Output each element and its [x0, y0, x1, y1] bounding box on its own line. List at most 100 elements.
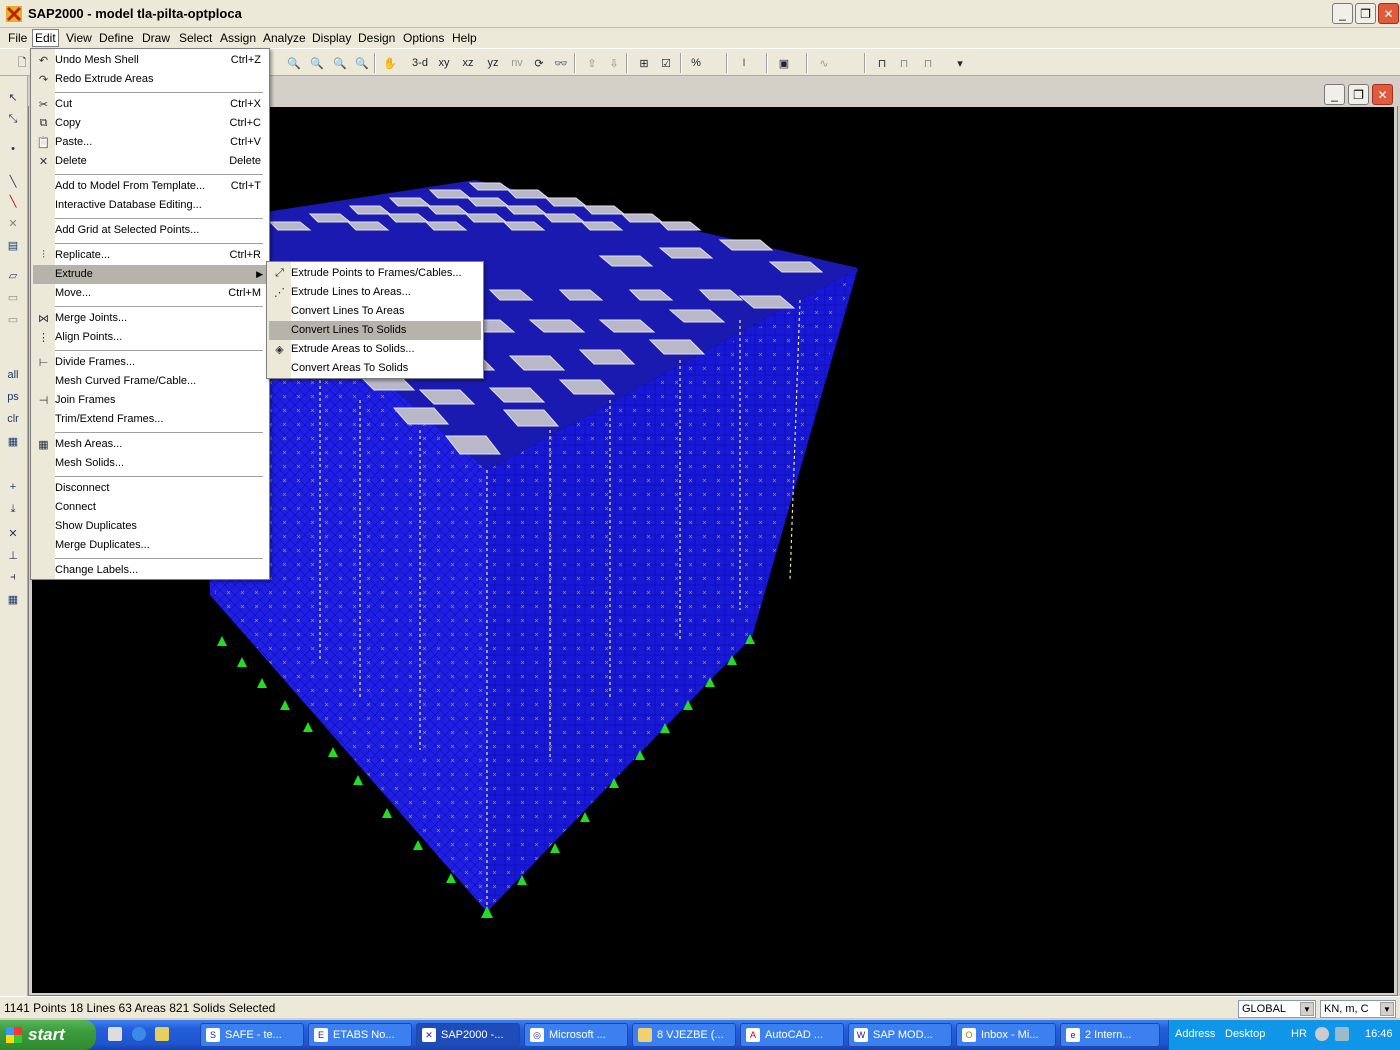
address-toolbar[interactable]: Address	[1175, 1028, 1215, 1040]
menu-item-convert-lines-solids[interactable]: Convert Lines To Solids	[269, 321, 481, 340]
model-close-button[interactable]: ✕	[1372, 84, 1393, 105]
task-etabs[interactable]: E ETABS No...	[308, 1023, 412, 1047]
new-model-icon[interactable]: 🗋	[12, 53, 32, 73]
draw-area-icon[interactable]: ▱	[3, 266, 23, 284]
task-safe[interactable]: S SAFE - te...	[200, 1023, 304, 1047]
zoom-restore-icon[interactable]: 🔍	[307, 53, 327, 73]
snap-points-icon[interactable]: +	[3, 478, 23, 496]
perspective-icon[interactable]: 👓	[551, 53, 571, 73]
view-nv-button[interactable]: nv	[507, 53, 527, 73]
menu-item-paste[interactable]: 📋 Paste... Ctrl+V	[33, 133, 267, 152]
menu-item-add-from-template[interactable]: Add to Model From Template... Ctrl+T	[33, 177, 267, 196]
frame-design-icon[interactable]: ⊓	[918, 53, 938, 73]
menu-item-convert-lines-areas[interactable]: Convert Lines To Areas	[269, 302, 481, 321]
tray-icon[interactable]	[1315, 1027, 1329, 1041]
view-yz-button[interactable]: yz	[483, 53, 503, 73]
move-down-icon[interactable]: ⇩	[604, 53, 624, 73]
desktop-toolbar[interactable]: Desktop	[1225, 1028, 1265, 1040]
previous-selection-icon[interactable]: ps	[3, 388, 23, 406]
menu-item-connect[interactable]: Connect	[33, 498, 267, 517]
menu-display[interactable]: Display	[312, 31, 351, 45]
task-autocad[interactable]: A AutoCAD ...	[740, 1023, 844, 1047]
frame-icon[interactable]: ⊓	[872, 53, 892, 73]
network-icon[interactable]	[1335, 1027, 1349, 1041]
draw-brace-icon[interactable]: ✕	[3, 214, 23, 232]
view-xy-button[interactable]: xy	[434, 53, 454, 73]
menu-item-extrude[interactable]: Extrude ▶	[33, 265, 267, 284]
show-forces-icon[interactable]: ∿	[814, 53, 834, 73]
menu-assign[interactable]: Assign	[220, 31, 256, 45]
zoom-out-icon[interactable]: 🔍	[352, 53, 372, 73]
show-deformed-icon[interactable]: ▣	[774, 53, 794, 73]
minimize-button[interactable]: _	[1332, 3, 1353, 24]
pointer-icon[interactable]: ↖	[3, 88, 23, 106]
coord-system-select[interactable]: GLOBAL ▼	[1238, 1000, 1316, 1018]
snap-perpendicular-icon[interactable]: ⊥	[3, 546, 23, 564]
section-icon[interactable]: I	[734, 53, 754, 73]
model-minimize-button[interactable]: _	[1324, 84, 1345, 105]
set-display-options-icon[interactable]: ☑	[656, 53, 676, 73]
menu-item-extrude-points[interactable]: ⤢ Extrude Points to Frames/Cables...	[269, 264, 481, 283]
snap-ends-icon[interactable]: ⤓	[3, 500, 23, 518]
menu-item-merge-duplicates[interactable]: Merge Duplicates...	[33, 536, 267, 555]
menu-item-merge-joints[interactable]: ⋈ Merge Joints...	[33, 309, 267, 328]
snap-intersections-icon[interactable]: ✕	[3, 524, 23, 542]
menu-file[interactable]: File	[8, 31, 27, 45]
menu-item-join-frames[interactable]: ⊣ Join Frames	[33, 391, 267, 410]
reshape-icon[interactable]: ⤡	[3, 110, 23, 128]
quicklaunch-icon[interactable]	[108, 1027, 122, 1041]
task-sap2000[interactable]: ✕ SAP2000 -...	[416, 1023, 520, 1047]
menu-view[interactable]: View	[66, 31, 92, 45]
clear-selection-icon[interactable]: clr	[3, 410, 23, 428]
snap-grid-icon[interactable]: ▦	[3, 590, 23, 608]
menu-item-move[interactable]: Move... Ctrl+M	[33, 284, 267, 303]
menu-item-disconnect[interactable]: Disconnect	[33, 479, 267, 498]
quicklaunch-icon[interactable]	[155, 1027, 169, 1041]
menu-item-mesh-solids[interactable]: Mesh Solids...	[33, 454, 267, 473]
pan-icon[interactable]: ✋	[380, 53, 400, 73]
zoom-window-icon[interactable]: 🔍	[284, 53, 304, 73]
task-microsoft[interactable]: ◎ Microsoft ...	[524, 1023, 628, 1047]
quick-draw-frame-icon[interactable]: ╲	[3, 192, 23, 210]
close-button[interactable]: ✕	[1378, 3, 1399, 24]
menu-design[interactable]: Design	[358, 31, 395, 45]
menu-define[interactable]: Define	[99, 31, 134, 45]
quick-draw-area-icon[interactable]: ▭	[3, 310, 23, 328]
menu-item-mesh-areas[interactable]: ▦ Mesh Areas...	[33, 435, 267, 454]
task-word[interactable]: W SAP MOD...	[848, 1023, 952, 1047]
menu-item-extrude-areas[interactable]: ◈ Extrude Areas to Solids...	[269, 340, 481, 359]
zoom-in-icon[interactable]: 🔍	[330, 53, 350, 73]
units-select[interactable]: KN, m, C ▼	[1320, 1000, 1396, 1018]
menu-draw[interactable]: Draw	[142, 31, 170, 45]
toolbar-overflow-icon[interactable]: ▾	[950, 53, 970, 73]
assign-menu-icon[interactable]: %	[686, 53, 706, 73]
menu-help[interactable]: Help	[452, 31, 477, 45]
menu-item-copy[interactable]: ⧉ Copy Ctrl+C	[33, 114, 267, 133]
view-xz-button[interactable]: xz	[458, 53, 478, 73]
task-outlook[interactable]: O Inbox - Mi...	[956, 1023, 1056, 1047]
view-3d-button[interactable]: 3-d	[408, 53, 432, 73]
menu-item-show-duplicates[interactable]: Show Duplicates	[33, 517, 267, 536]
ie-icon[interactable]	[132, 1027, 146, 1041]
draw-rect-area-icon[interactable]: ▭	[3, 288, 23, 306]
intersecting-line-icon[interactable]: ▦	[3, 432, 23, 450]
menu-item-trim-extend[interactable]: Trim/Extend Frames...	[33, 410, 267, 429]
snap-lines-icon[interactable]: ⫞	[3, 568, 23, 586]
start-button[interactable]: start	[0, 1020, 96, 1050]
language-indicator[interactable]: HR	[1291, 1028, 1307, 1040]
menu-item-extrude-lines[interactable]: ⋰ Extrude Lines to Areas...	[269, 283, 481, 302]
rotate-3d-icon[interactable]: ⟳	[529, 53, 549, 73]
select-all-icon[interactable]: all	[3, 366, 23, 384]
model-restore-button[interactable]: ❐	[1348, 84, 1369, 105]
move-up-icon[interactable]: ⇧	[582, 53, 602, 73]
menu-analyze[interactable]: Analyze	[263, 31, 306, 45]
object-shrink-icon[interactable]: ⊞	[634, 53, 654, 73]
frame-releases-icon[interactable]: ⊓	[894, 53, 914, 73]
draw-frame-icon[interactable]: ╲	[3, 172, 23, 190]
menu-select[interactable]: Select	[179, 31, 212, 45]
menu-edit[interactable]: Edit	[32, 29, 59, 47]
restore-button[interactable]: ❐	[1355, 3, 1376, 24]
menu-item-convert-areas-solids[interactable]: Convert Areas To Solids	[269, 359, 481, 378]
menu-item-undo[interactable]: ↶ Undo Mesh Shell Ctrl+Z	[33, 51, 267, 70]
menu-item-divide-frames[interactable]: ⊢ Divide Frames...	[33, 353, 267, 372]
